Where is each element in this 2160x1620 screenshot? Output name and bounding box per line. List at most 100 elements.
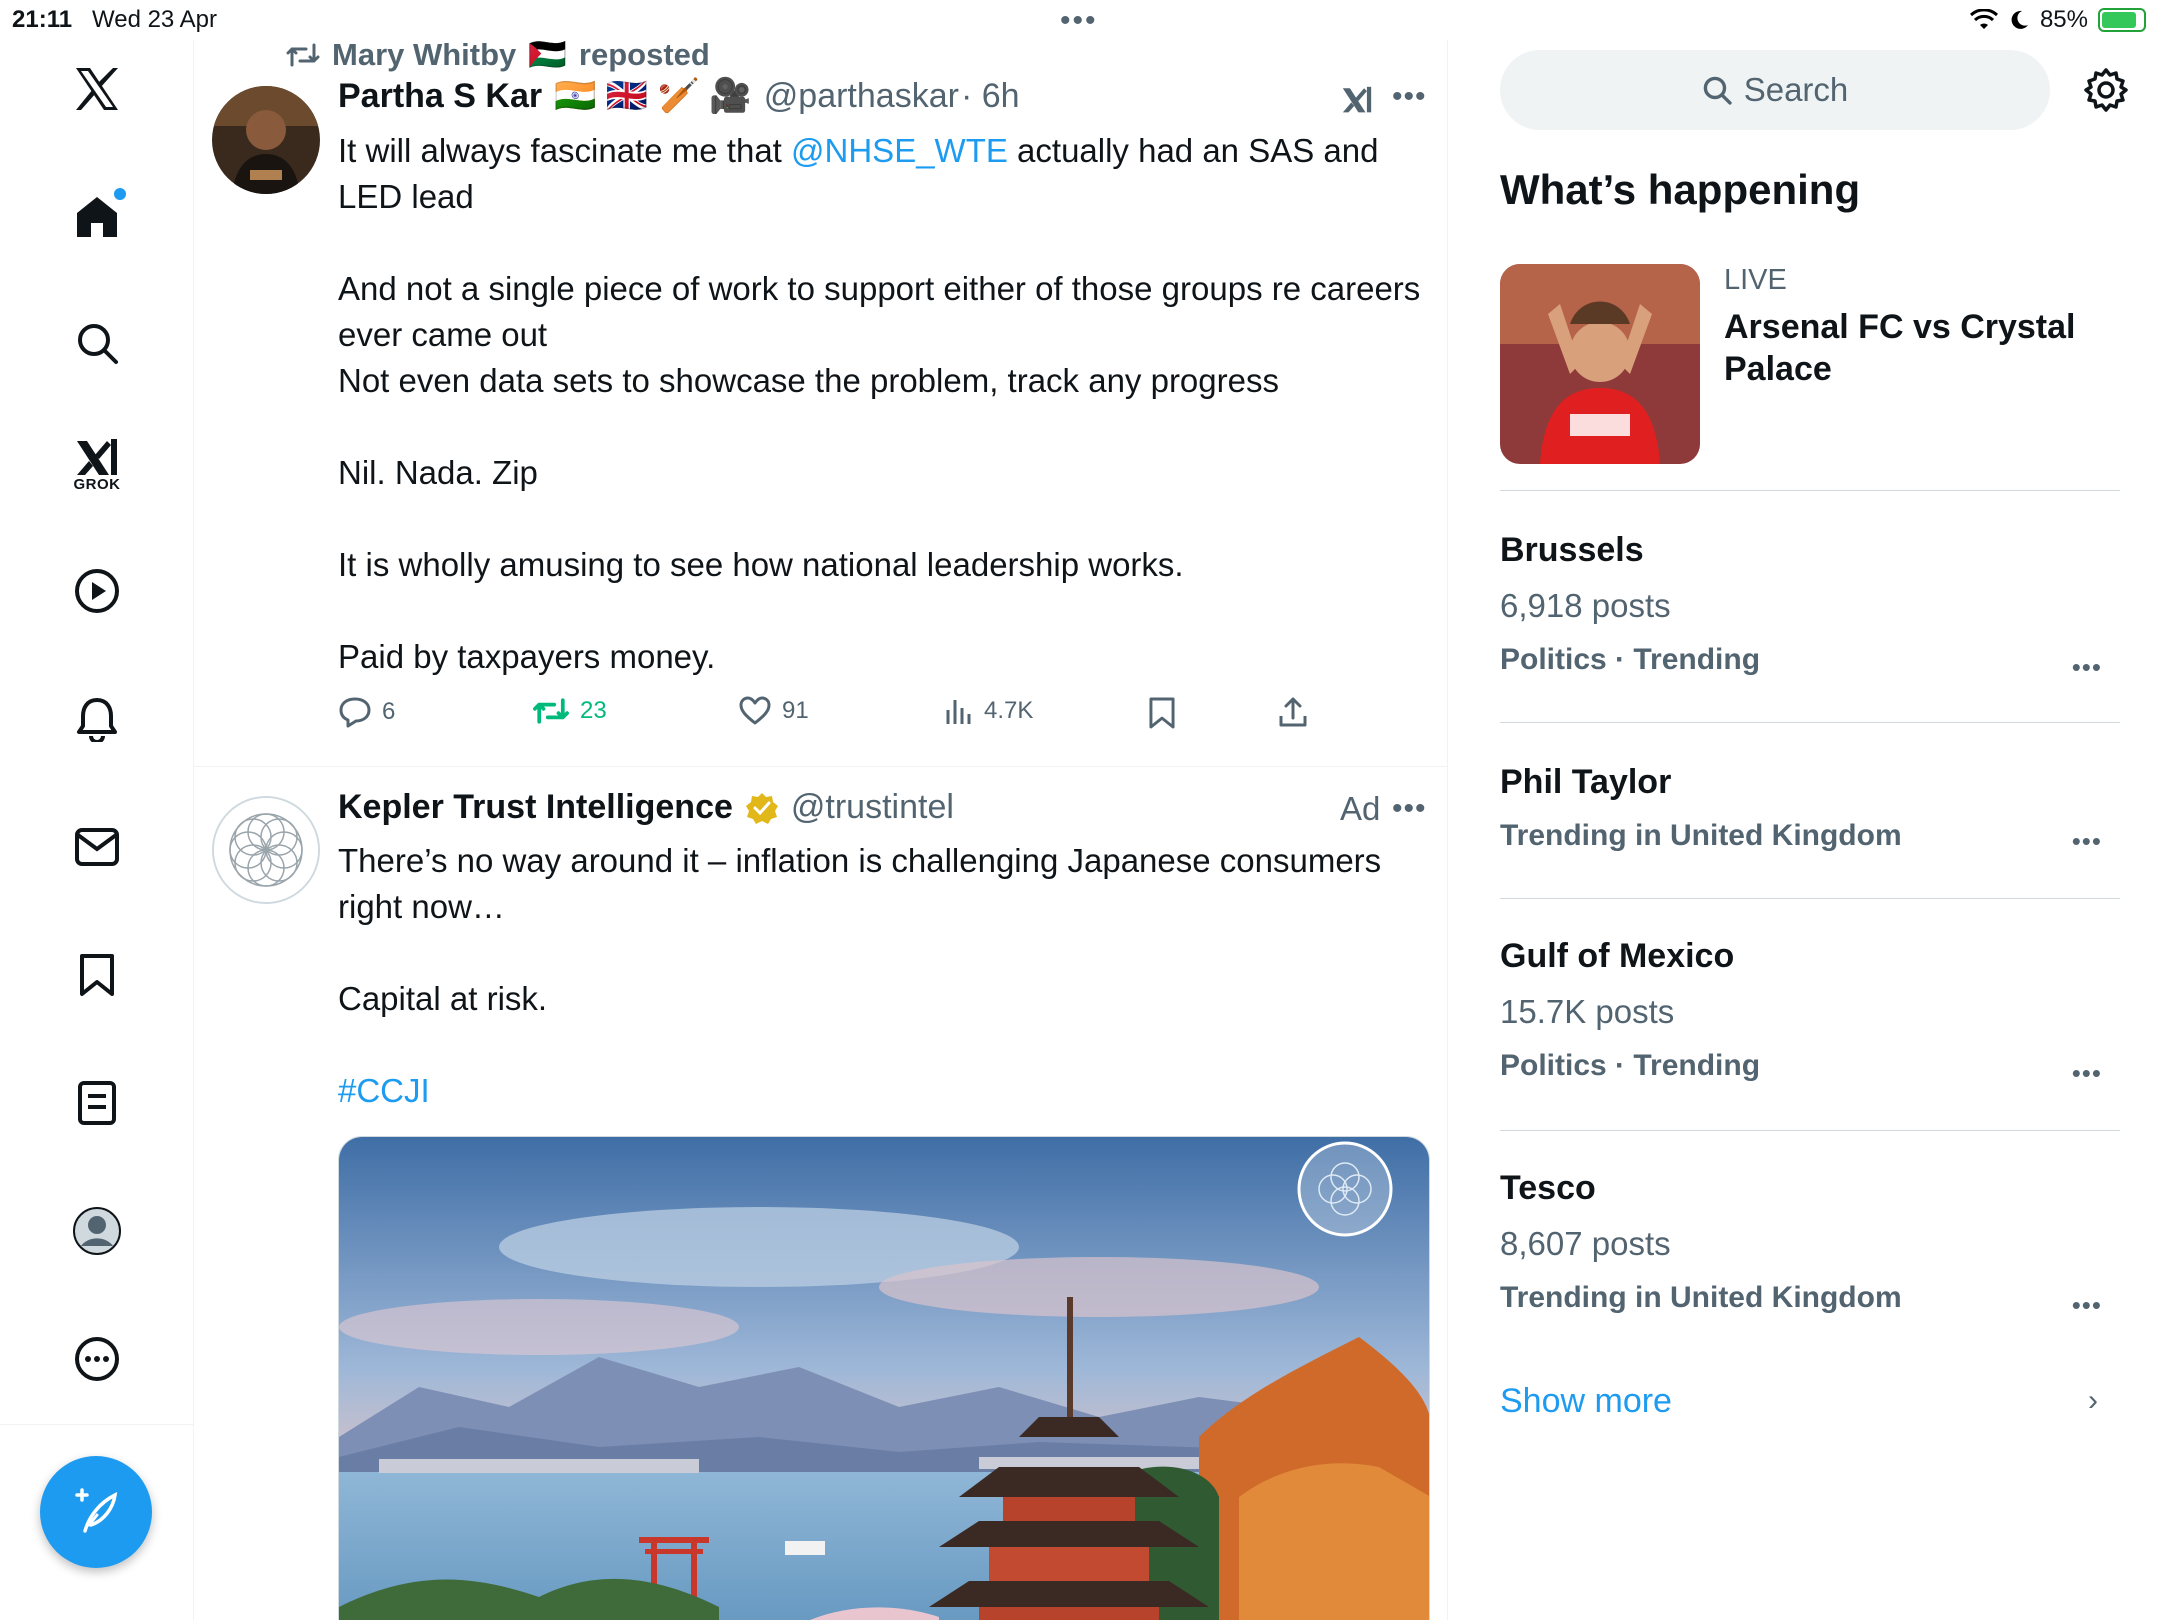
trend-more-icon[interactable]: ••• [2072,1290,2102,1321]
tweet-text: There’s no way around it – inflation is … [338,838,1428,1114]
nav-home[interactable] [62,182,132,252]
trend-posts: 15.7K posts [1500,993,1675,1030]
verified-gold-badge-icon [745,792,778,824]
status-indicators: 85% [1969,6,2146,34]
nav-bookmarks[interactable] [62,940,132,1010]
grok-label: GROK [73,476,121,493]
live-event-card[interactable]: LIVE Arsenal FC vs Crystal Palace [1500,264,2120,464]
trend-separator [1500,490,2120,491]
reply-button[interactable]: 6 [338,696,395,728]
trend-item[interactable]: Gulf of Mexico 15.7K posts Politics · Tr… [1500,934,2120,1089]
search-input[interactable]: Search [1500,50,2050,130]
trend-more-icon[interactable]: ••• [2072,826,2102,857]
search-placeholder: Search [1743,71,1849,108]
tweet-divider [194,766,1447,767]
author-handle[interactable]: @parthaskar [764,77,959,116]
trend-separator [1500,1130,2120,1131]
trend-name: Phil Taylor [1500,763,1672,801]
tweet-time[interactable]: · 6h [961,77,1020,116]
nav-lists[interactable] [62,1068,132,1138]
tweet-para-6: Paid by taxpayers money. [338,638,716,675]
live-event-thumbnail [1500,264,1700,464]
home-icon [77,197,117,237]
tweet-more-icon[interactable]: ••• [1392,792,1427,826]
heart-icon [739,696,771,725]
reply-count: 6 [382,698,396,725]
list-icon [78,1081,116,1125]
x-logo-icon[interactable] [62,54,132,124]
trend-posts: 6,918 posts [1500,587,1671,624]
repost-indicator[interactable]: Mary Whitby 🇵🇸 reposted [286,40,710,73]
trend-name: Gulf of Mexico [1500,937,1735,975]
tweet-more-icon[interactable]: ••• [1392,80,1427,114]
like-count: 91 [782,697,809,724]
trend-name: Brussels [1500,531,1644,569]
nav-notifications[interactable] [62,684,132,754]
battery-icon [2098,8,2146,32]
repost-flag: 🇵🇸 [528,40,567,72]
hashtag-link[interactable]: #CCJI [338,1072,430,1109]
views-count: 4.7K [984,697,1034,724]
status-time: 21:11 [12,6,73,33]
like-button[interactable]: 91 [738,696,809,726]
bookmark-button[interactable] [1148,696,1176,730]
wifi-icon [1969,9,1998,29]
home-unread-dot [114,188,126,200]
repost-icon [286,43,320,66]
nav-more[interactable] [62,1324,132,1394]
author-name[interactable]: Partha S Kar [338,77,542,116]
nav-profile[interactable] [62,1196,132,1266]
live-event-title: Arsenal FC vs Crystal Palace [1724,308,2076,388]
chevron-right-icon[interactable]: › [2088,1384,2098,1418]
trend-more-icon[interactable]: ••• [2072,1058,2102,1089]
nav-explore[interactable] [62,308,132,378]
status-bar: 21:11 Wed 23 Apr ••• 85% [0,0,2160,40]
settings-button[interactable] [2078,62,2134,118]
share-icon [1279,697,1307,727]
views-button[interactable]: 4.7K [944,696,1033,726]
compose-button[interactable] [40,1456,152,1568]
tweet-para-3: Not even data sets to showcase the probl… [338,362,1279,399]
trend-context: Politics · Trending [1500,1049,1761,1082]
repost-user[interactable]: Mary Whitby [332,40,516,73]
tweet-header: Partha S Kar 🇮🇳 🇬🇧 🏏 🎥 @parthaskar · 6h [338,76,1020,116]
mention-link[interactable]: @NHSE_WTE [791,132,1008,169]
tweet-actions: 6 23 91 4.7K [338,696,1338,746]
bell-icon [77,698,117,742]
play-circle-icon [75,569,119,613]
trend-item[interactable]: Tesco 8,607 posts Trending in United Kin… [1500,1166,2120,1321]
avatar-partha[interactable] [212,86,320,194]
search-icon [78,324,118,364]
trend-context: Trending in United Kingdom [1500,819,1902,852]
author-emojis: 🇮🇳 🇬🇧 🏏 🎥 [554,77,752,115]
live-tag: LIVE [1724,264,1787,296]
author-name[interactable]: Kepler Trust Intelligence [338,788,733,827]
ad-label: Ad [1340,790,1381,827]
trend-item[interactable]: Brussels 6,918 posts Politics · Trending… [1500,528,2120,683]
ad-image[interactable] [338,1136,1430,1620]
nav-videos[interactable] [62,556,132,626]
multitasking-dots-icon[interactable]: ••• [1060,4,1098,38]
trend-posts: 8,607 posts [1500,1225,1671,1262]
views-chart-icon [946,700,971,724]
status-date: Wed 23 Apr [92,6,217,33]
trend-name: Tesco [1500,1169,1596,1207]
trend-item[interactable]: Phil Taylor Trending in United Kingdom •… [1500,760,2120,856]
grok-explain-icon[interactable] [1340,84,1374,118]
side-navigation: GROK [0,40,194,1620]
envelope-icon [75,828,119,866]
nav-grok[interactable]: GROK [62,424,132,494]
show-more-link[interactable]: Show more [1500,1382,1672,1421]
repost-button[interactable]: 23 [532,696,607,726]
share-button[interactable] [1278,696,1308,728]
profile-avatar-icon [73,1207,121,1255]
right-sidebar: Search What’s happening LIVE Arsenal FC … [1448,40,2160,1620]
author-handle[interactable]: @trustintel [791,788,954,827]
nav-separator [0,1424,194,1425]
tweet-para-1: There’s no way around it – inflation is … [338,842,1382,925]
tweet-para-2: And not a single piece of work to suppor… [338,270,1421,353]
trend-more-icon[interactable]: ••• [2072,652,2102,683]
nav-messages[interactable] [62,812,132,882]
avatar-kepler[interactable] [212,796,320,904]
trend-context: Trending in United Kingdom [1500,1281,1902,1314]
